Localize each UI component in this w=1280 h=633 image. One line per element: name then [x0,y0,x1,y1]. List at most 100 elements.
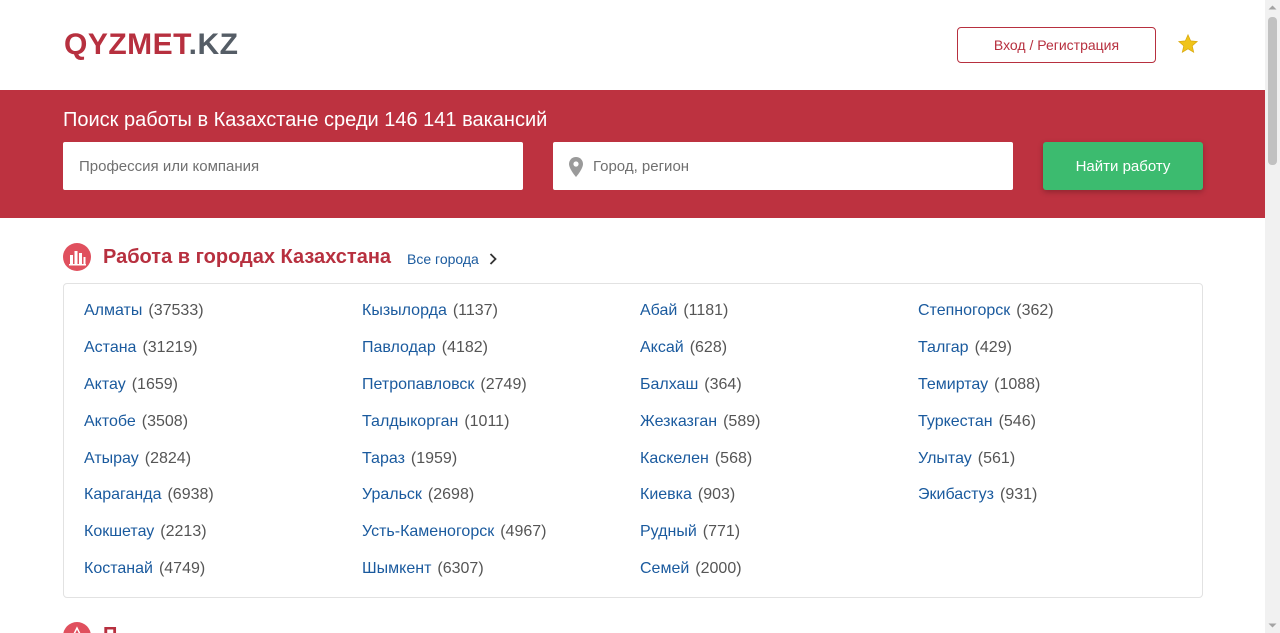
city-count: (4967) [500,523,547,541]
city-item: Тараз (1959) [362,449,546,486]
city-count: (1659) [131,375,178,393]
chevron-right-icon [489,253,497,265]
city-count: (931) [999,486,1038,504]
city-search-input[interactable] [553,142,1013,190]
city-count: (2213) [160,523,207,541]
city-count: (2698) [427,486,475,504]
city-link[interactable]: Абай [640,302,677,319]
city-count: (2000) [695,560,742,578]
city-item: Киевка (903) [640,485,760,522]
city-item: Семей (2000) [640,559,760,596]
city-item: Кызылорда (1137) [362,301,546,338]
city-item: Астана (31219) [84,338,214,375]
find-job-button[interactable]: Найти работу [1043,142,1203,190]
search-section: Поиск работы в Казахстане среди 146 141 … [0,90,1265,218]
city-item: Актобе (3508) [84,412,214,449]
city-count: (429) [974,338,1012,356]
city-link[interactable]: Балхаш [640,376,698,393]
city-link[interactable]: Улытау [918,450,972,467]
city-item: Алматы (37533) [84,301,214,338]
next-section-title: П [103,624,117,633]
city-link[interactable]: Кокшетау [84,523,154,540]
city-item: Павлодар (4182) [362,338,546,375]
city-link[interactable]: Жезказган [640,413,717,430]
pin-icon [569,157,583,177]
city-link[interactable]: Уральск [362,486,422,503]
all-cities-label: Все города [407,251,479,267]
city-link[interactable]: Экибастуз [918,486,994,503]
cities-column-4: Степногорск (362) Талгар (429) Темиртау (10… [918,301,1054,522]
city-count: (37533) [148,302,204,319]
city-link[interactable]: Тараз [362,450,405,467]
city-item: Туркестан (546) [918,412,1054,449]
city-link[interactable]: Темиртау [918,376,988,393]
city-link[interactable]: Усть-Каменогорск [362,523,494,540]
city-link[interactable]: Рудный [640,523,697,540]
city-count: (4749) [158,560,206,578]
all-cities-link[interactable]: Все города [407,250,497,268]
city-item: Талгар (429) [918,338,1054,375]
city-item: Кокшетау (2213) [84,522,214,559]
city-item: Рудный (771) [640,522,760,559]
city-link[interactable]: Астана [84,339,136,356]
city-link[interactable]: Караганда [84,486,161,503]
site-logo[interactable]: QYZMET.KZ [64,28,239,62]
city-count: (6938) [167,486,214,504]
next-section-icon [63,622,91,633]
city-item: Караганда (6938) [84,485,214,522]
city-link[interactable]: Атырау [84,450,139,467]
city-link[interactable]: Аксай [640,339,684,356]
city-link[interactable]: Петропавловск [362,376,474,393]
city-count: (2824) [144,449,192,467]
city-item: Аксай (628) [640,338,760,375]
city-link[interactable]: Туркестан [918,413,993,430]
city-link[interactable]: Кызылорда [362,302,447,319]
city-count: (589) [723,412,761,430]
city-count: (771) [702,523,741,541]
city-link[interactable]: Костанай [84,560,153,577]
city-link[interactable]: Алматы [84,302,142,319]
city-item: Усть-Каменогорск (4967) [362,522,546,559]
city-link[interactable]: Степногорск [918,302,1010,319]
city-count: (6307) [437,560,484,578]
city-item: Каскелен (568) [640,449,760,486]
city-item: Петропавловск (2749) [362,375,546,412]
logo-text-domain: .KZ [188,28,239,61]
city-count: (561) [977,449,1016,467]
city-link[interactable]: Талдыкорган [362,413,458,430]
scroll-thumb[interactable] [1268,17,1277,165]
city-count: (362) [1016,302,1054,319]
city-count: (1011) [464,412,510,430]
cities-list: Алматы (37533) Астана (31219) Актау (1659) … [63,283,1203,598]
city-item: Актау (1659) [84,375,214,412]
city-count: (4182) [441,338,488,356]
city-link[interactable]: Талгар [918,339,969,356]
city-item: Талдыкорган (1011) [362,412,546,449]
city-item: Шымкент (6307) [362,559,546,596]
city-item: Абай (1181) [640,301,760,338]
city-count: (1959) [410,449,458,467]
header: QYZMET.KZ Вход / Регистрация [0,0,1265,90]
city-link[interactable]: Шымкент [362,560,431,577]
city-link[interactable]: Актау [84,376,126,393]
city-link[interactable]: Семей [640,560,689,577]
page-scrollbar[interactable] [1265,0,1280,633]
star-icon[interactable] [1177,33,1199,55]
city-count: (1181) [683,302,729,319]
login-register-button[interactable]: Вход / Регистрация [957,27,1156,63]
city-item: Уральск (2698) [362,485,546,522]
city-chart-icon [63,243,91,271]
city-link[interactable]: Киевка [640,486,692,503]
city-count: (2749) [480,375,527,393]
city-item: Темиртау (1088) [918,375,1054,412]
profession-search-input[interactable] [63,142,523,190]
city-count: (364) [704,375,742,393]
logo-text-main: QYZMET [64,28,189,61]
scroll-down-arrow-icon[interactable] [1268,621,1277,630]
cities-column-3: Абай (1181) Аксай (628) Балхаш (364) Жезказ… [640,301,760,596]
city-link[interactable]: Павлодар [362,339,436,356]
city-link[interactable]: Каскелен [640,450,709,467]
city-item: Балхаш (364) [640,375,760,412]
city-link[interactable]: Актобе [84,413,136,430]
scroll-up-arrow-icon[interactable] [1268,3,1277,12]
